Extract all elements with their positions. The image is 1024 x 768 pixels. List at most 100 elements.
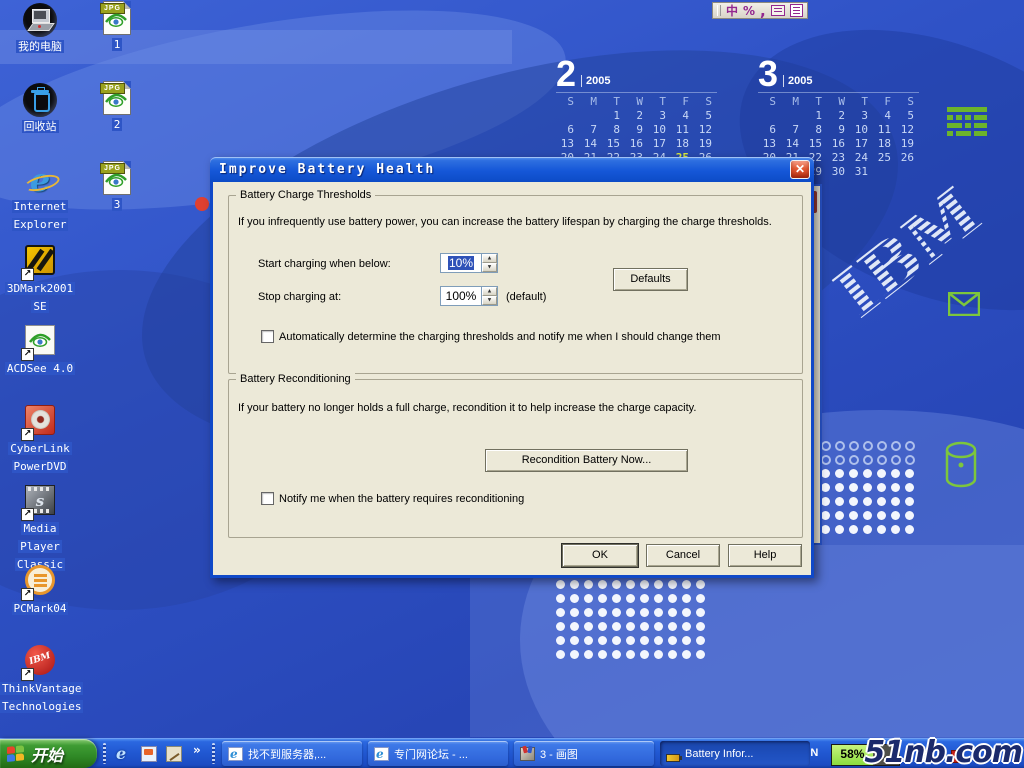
task-battery-information[interactable]: Battery Infor... — [660, 741, 810, 766]
calendar-day: 1 — [804, 109, 827, 123]
start-threshold-value[interactable]: 10% — [441, 254, 481, 272]
spin-down-icon[interactable]: ▼ — [482, 263, 497, 272]
dot — [835, 525, 844, 534]
shortcut-arrow-icon: ↗ — [21, 428, 34, 441]
my-computer[interactable]: 我的电脑 — [0, 3, 80, 55]
show-desktop-icon[interactable] — [166, 746, 182, 762]
ime-language-bar[interactable]: 中 % , — [712, 2, 808, 19]
dot — [570, 608, 579, 617]
tasks-grip[interactable] — [212, 743, 215, 764]
battery-meter-empty — [873, 745, 899, 765]
jpg-file-3[interactable]: JPG3 — [86, 161, 148, 213]
ie-icon[interactable]: e — [116, 746, 132, 762]
recycle-bin-icon — [23, 83, 57, 117]
calendar-week-row: 13141516171819 — [758, 137, 919, 151]
chevron-icon[interactable]: » — [193, 743, 201, 757]
dot — [556, 636, 565, 645]
icon-label: 3 — [112, 198, 123, 211]
internet-explorer[interactable]: eInternet Explorer — [0, 163, 80, 233]
notify-reconditioning-checkbox-label[interactable]: Notify me when the battery requires reco… — [279, 493, 524, 506]
dot — [654, 580, 663, 589]
stop-threshold-spinner[interactable]: 100% ▲ ▼ — [440, 286, 498, 306]
jpg-file-1[interactable]: JPG1 — [86, 1, 148, 53]
start-threshold-spinner[interactable]: 10% ▲ ▼ — [440, 253, 498, 273]
auto-determine-checkbox-label[interactable]: Automatically determine the charging thr… — [279, 331, 720, 344]
task-button-label: 3 - 画图 — [540, 746, 578, 762]
keyboard-icon[interactable] — [771, 5, 786, 16]
ie-icon: e — [23, 163, 57, 197]
dot — [570, 636, 579, 645]
dot — [598, 650, 607, 659]
dot — [640, 580, 649, 589]
dot — [849, 511, 858, 520]
calendar-day: 8 — [602, 123, 625, 137]
calendar-day: 3 — [850, 109, 873, 123]
stop-threshold-value[interactable]: 100% — [441, 287, 481, 305]
notify-reconditioning-checkbox[interactable] — [261, 492, 274, 505]
cancel-button[interactable]: Cancel — [646, 544, 720, 567]
calendar-day: 6 — [556, 123, 579, 137]
quicklaunch-icon-2[interactable] — [141, 746, 157, 762]
spin-down-icon[interactable]: ▼ — [482, 296, 497, 305]
dot — [849, 455, 859, 465]
calendar-day: 17 — [648, 137, 671, 151]
calendar-weekday: S — [694, 95, 717, 109]
help-button[interactable]: Help — [728, 544, 802, 567]
calendar-day: 16 — [625, 137, 648, 151]
dot — [556, 622, 565, 631]
dot — [570, 580, 579, 589]
auto-determine-checkbox[interactable] — [261, 330, 274, 343]
close-icon[interactable]: ✕ — [790, 160, 810, 179]
dot — [835, 455, 845, 465]
task-paint[interactable]: 3 - 画图 — [514, 741, 654, 766]
3dmark2001-se[interactable]: ↗3DMark2001 SE — [0, 243, 80, 315]
dot — [682, 636, 691, 645]
start-button[interactable]: 开始 — [0, 739, 97, 768]
dot — [668, 608, 677, 617]
dot — [863, 441, 873, 451]
dialog-title-bar[interactable]: Improve Battery Health ✕ — [210, 157, 814, 182]
jpg-file-2[interactable]: JPG2 — [86, 81, 148, 133]
thinkvantage-technologies[interactable]: IBM↗ThinkVantage Technologies — [0, 643, 80, 715]
media-player-classic[interactable]: s↗Media Player Classic — [0, 483, 80, 573]
task-forum[interactable]: e专门网论坛 - ... — [368, 741, 508, 766]
dot — [821, 497, 830, 506]
dot — [877, 511, 886, 520]
recycle-bin[interactable]: 回收站 — [0, 83, 80, 135]
spin-up-icon[interactable]: ▲ — [482, 287, 497, 296]
pcmark04[interactable]: ↗PCMark04 — [0, 563, 80, 617]
calendar-week-row: 13141516171819 — [556, 137, 717, 151]
acdsee-4-0[interactable]: ↗ACDSee 4.0 — [0, 323, 80, 377]
ime-grip[interactable] — [717, 5, 721, 16]
calendar-weekday: W — [625, 95, 648, 109]
dot — [682, 650, 691, 659]
dot — [696, 580, 705, 589]
defaults-button[interactable]: Defaults — [613, 268, 688, 291]
ime-chinese-indicator[interactable]: 中 — [726, 5, 738, 17]
battery-meter[interactable]: 58% — [831, 744, 900, 766]
ok-button[interactable]: OK — [562, 544, 638, 567]
dot — [598, 636, 607, 645]
shortcut-arrow-icon: ↗ — [21, 588, 34, 601]
quicklaunch-grip[interactable] — [103, 743, 106, 764]
dot — [612, 580, 621, 589]
dot — [863, 497, 872, 506]
reconditioning-description: If your battery no longer holds a full c… — [238, 402, 696, 415]
menu-icon[interactable] — [790, 4, 803, 17]
ime-punctuation-toggle[interactable]: , — [760, 7, 766, 15]
calendar-day — [579, 109, 602, 123]
recondition-battery-now-button[interactable]: Recondition Battery Now... — [485, 449, 688, 472]
tray-app-icon[interactable] — [951, 750, 964, 763]
calendar-day: 2 — [827, 109, 850, 123]
calendar-weekday: M — [579, 95, 602, 109]
spin-up-icon[interactable]: ▲ — [482, 254, 497, 263]
dot — [668, 636, 677, 645]
grid-icon — [947, 107, 987, 137]
calendar-day: 17 — [850, 137, 873, 151]
task-server-not-found[interactable]: e找不到服务器,... — [222, 741, 362, 766]
calendar-year: 2005 — [581, 75, 610, 87]
ime-fullwidth-toggle[interactable]: % — [743, 5, 755, 17]
dot — [821, 455, 831, 465]
cyberlink-powerdvd[interactable]: ↗CyberLink PowerDVD — [0, 403, 80, 475]
dot — [877, 497, 886, 506]
